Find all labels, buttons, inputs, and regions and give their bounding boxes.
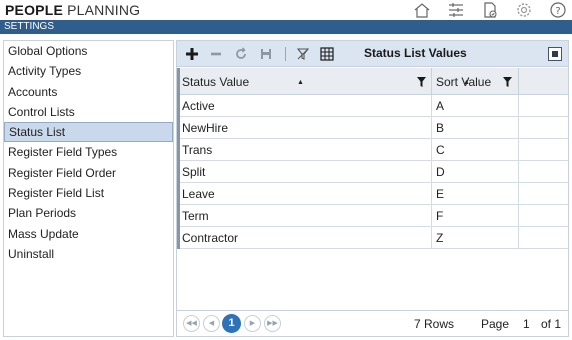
toolbar-divider [285, 47, 286, 61]
cell-sort-value[interactable]: E [432, 183, 519, 205]
cell-sort-value[interactable]: D [432, 161, 519, 183]
sidebar-item-plan-periods[interactable]: Plan Periods [4, 203, 173, 223]
column-header-status-value[interactable]: Status Value ▲ [177, 68, 432, 95]
cell-sort-value[interactable]: C [432, 139, 519, 161]
filter-clear-icon[interactable] [294, 45, 312, 63]
app-title: PEOPLE PLANNING [5, 2, 140, 18]
cell-status-value[interactable]: Contractor [177, 227, 432, 249]
page-number-field[interactable]: 1 [523, 317, 530, 331]
gear-icon[interactable] [510, 0, 538, 20]
cell-empty [519, 95, 568, 117]
column-header-empty [519, 68, 568, 95]
page-label: Page [481, 317, 510, 331]
table-row[interactable]: Split D [177, 161, 568, 183]
grid-pager: ◀◀ ◀ 1 ▶ ▶▶ 7 Rows Page 1 of 1 [177, 310, 568, 336]
remove-icon[interactable] [207, 45, 225, 63]
sidebar-item-global-options[interactable]: Global Options [4, 41, 173, 61]
cell-empty [519, 117, 568, 139]
cell-sort-value[interactable]: Z [432, 227, 519, 249]
cell-status-value[interactable]: Term [177, 205, 432, 227]
home-icon[interactable] [408, 0, 436, 20]
table-row[interactable]: NewHire B [177, 117, 568, 139]
panel-title: Status List Values [364, 46, 467, 60]
app-header: PEOPLE PLANNING ? [0, 0, 572, 20]
sidebar-item-status-list[interactable]: Status List [4, 122, 173, 143]
maximize-icon[interactable] [548, 47, 562, 61]
sidebar-item-register-field-list[interactable]: Register Field List [4, 183, 173, 203]
sliders-icon[interactable] [442, 0, 470, 20]
cell-empty [519, 205, 568, 227]
sort-asc-icon: ▲ [463, 79, 470, 86]
status-list-panel: Status List Values Status Value ▲ Sort V… [176, 40, 569, 337]
grid-header-row: Status Value ▲ Sort Value ▲ [177, 68, 568, 95]
sort-asc-icon: ▲ [297, 79, 304, 86]
cell-sort-value[interactable]: B [432, 117, 519, 139]
page-total: of 1 [541, 317, 562, 331]
refresh-icon[interactable] [232, 45, 250, 63]
current-page-button[interactable]: 1 [222, 314, 241, 333]
row-count: 7 Rows [414, 317, 455, 331]
cell-empty [519, 227, 568, 249]
add-icon[interactable] [183, 45, 201, 63]
first-page-icon[interactable]: ◀◀ [183, 315, 200, 332]
sidebar-item-accounts[interactable]: Accounts [4, 82, 173, 102]
cell-status-value[interactable]: Trans [177, 139, 432, 161]
column-header-sort-value[interactable]: Sort Value ▲ [432, 68, 519, 95]
sidebar-item-uninstall[interactable]: Uninstall [4, 244, 173, 264]
table-row[interactable]: Active A [177, 95, 568, 117]
sidebar-item-control-lists[interactable]: Control Lists [4, 102, 173, 122]
table-row[interactable]: Contractor Z [177, 227, 568, 249]
app-title-rest: PLANNING [67, 2, 141, 18]
status-grid: Status Value ▲ Sort Value ▲ Active A New… [177, 68, 568, 249]
settings-bar: SETTINGS [0, 20, 572, 34]
sidebar-item-register-field-types[interactable]: Register Field Types [4, 142, 173, 162]
cell-status-value[interactable]: Split [177, 161, 432, 183]
sidebar-item-mass-update[interactable]: Mass Update [4, 224, 173, 244]
cell-empty [519, 161, 568, 183]
table-row[interactable]: Term F [177, 205, 568, 227]
document-check-icon[interactable] [476, 0, 504, 20]
next-page-icon[interactable]: ▶ [244, 315, 261, 332]
panel-toolbar: Status List Values [177, 41, 568, 67]
sidebar-item-activity-types[interactable]: Activity Types [4, 61, 173, 81]
table-row[interactable]: Trans C [177, 139, 568, 161]
last-page-icon[interactable]: ▶▶ [264, 315, 281, 332]
column-header-status-value-label: Status Value [182, 75, 250, 89]
filter-icon[interactable] [417, 77, 426, 87]
table-row[interactable]: Leave E [177, 183, 568, 205]
cell-empty [519, 183, 568, 205]
cell-status-value[interactable]: NewHire [177, 117, 432, 139]
app-title-bold: PEOPLE [5, 2, 63, 18]
svg-text:?: ? [555, 6, 560, 17]
cell-status-value[interactable]: Active [177, 95, 432, 117]
cell-status-value[interactable]: Leave [177, 183, 432, 205]
settings-sidebar: Global Options Activity Types Accounts C… [3, 40, 174, 337]
cell-sort-value[interactable]: A [432, 95, 519, 117]
cell-empty [519, 139, 568, 161]
cell-sort-value[interactable]: F [432, 205, 519, 227]
save-icon[interactable] [257, 45, 275, 63]
prev-page-icon[interactable]: ◀ [203, 315, 220, 332]
help-icon[interactable]: ? [544, 0, 572, 20]
filter-icon[interactable] [503, 77, 512, 87]
sidebar-item-register-field-order[interactable]: Register Field Order [4, 163, 173, 183]
grid-settings-icon[interactable] [318, 45, 336, 63]
